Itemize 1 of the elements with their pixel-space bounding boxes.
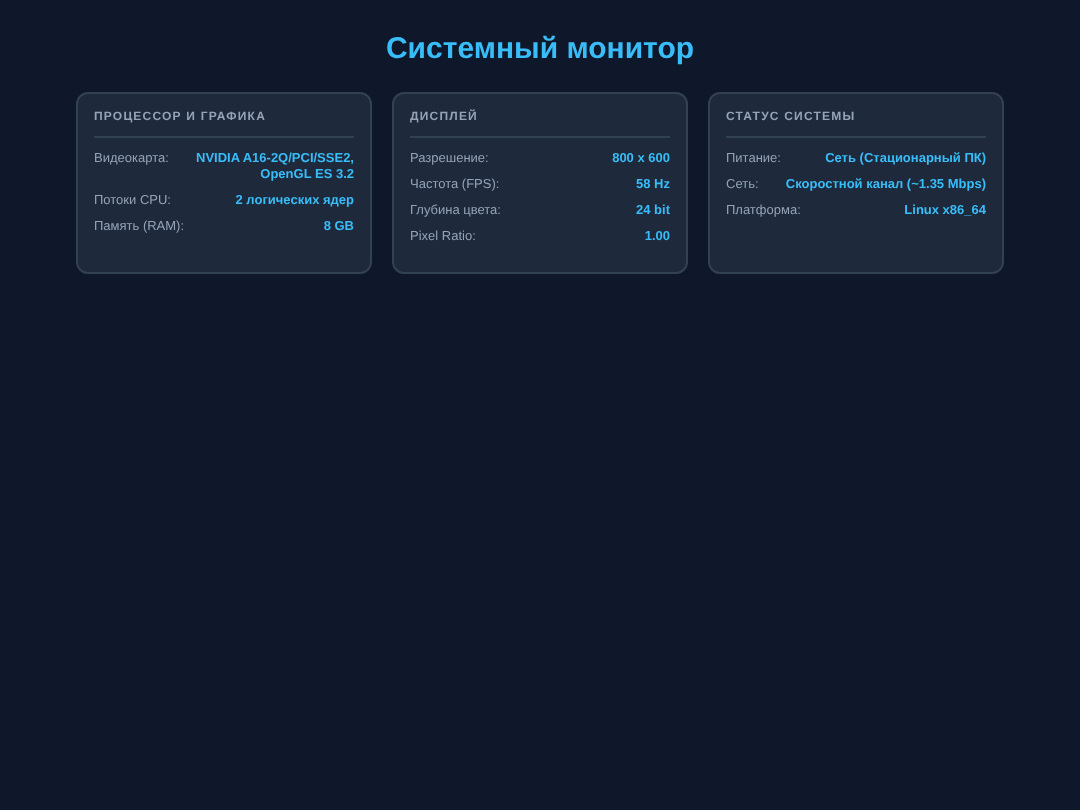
page-title: Системный монитор (385, 32, 695, 66)
